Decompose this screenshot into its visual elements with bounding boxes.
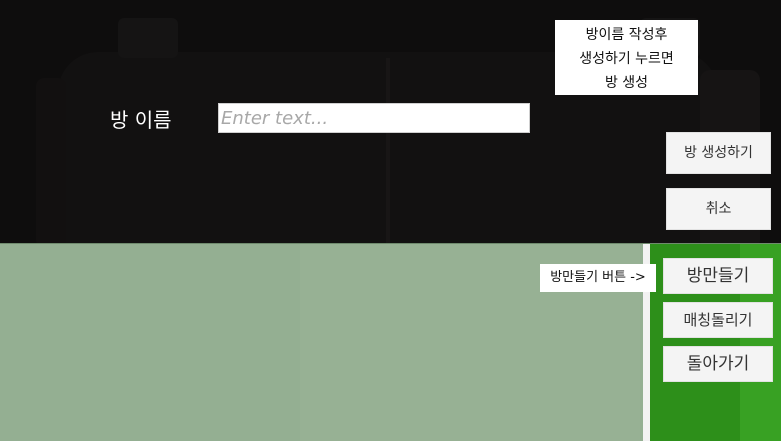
- hint-line: 방 생성: [604, 75, 649, 91]
- game-screen: 방 이름 방이름 작성후 생성하기 누르면 방 생성 방 생성하기 취소 방만들…: [0, 0, 781, 441]
- hint-line: 생성하기 누르면: [579, 51, 674, 67]
- back-button[interactable]: 돌아가기: [663, 346, 773, 382]
- create-room-panel: 방 이름 방이름 작성후 생성하기 누르면 방 생성 방 생성하기 취소: [0, 0, 781, 243]
- book-background-left: [36, 78, 66, 243]
- book-background-tab-left: [118, 18, 178, 58]
- book-spine: [386, 58, 390, 243]
- cancel-button[interactable]: 취소: [666, 188, 771, 230]
- make-room-pointer-label: 방만들기 버튼 ->: [540, 264, 656, 292]
- hint-line: 방이름 작성후: [585, 27, 668, 43]
- room-name-input[interactable]: [218, 103, 530, 133]
- create-room-button[interactable]: 방 생성하기: [666, 132, 771, 174]
- make-room-button[interactable]: 방만들기: [663, 258, 773, 294]
- lobby-panel: 방만들기 버튼 -> 방만들기 매칭돌리기 돌아가기: [0, 243, 781, 441]
- matching-button[interactable]: 매칭돌리기: [663, 302, 773, 338]
- create-room-hint: 방이름 작성후 생성하기 누르면 방 생성: [555, 20, 698, 95]
- room-name-label: 방 이름: [110, 108, 172, 132]
